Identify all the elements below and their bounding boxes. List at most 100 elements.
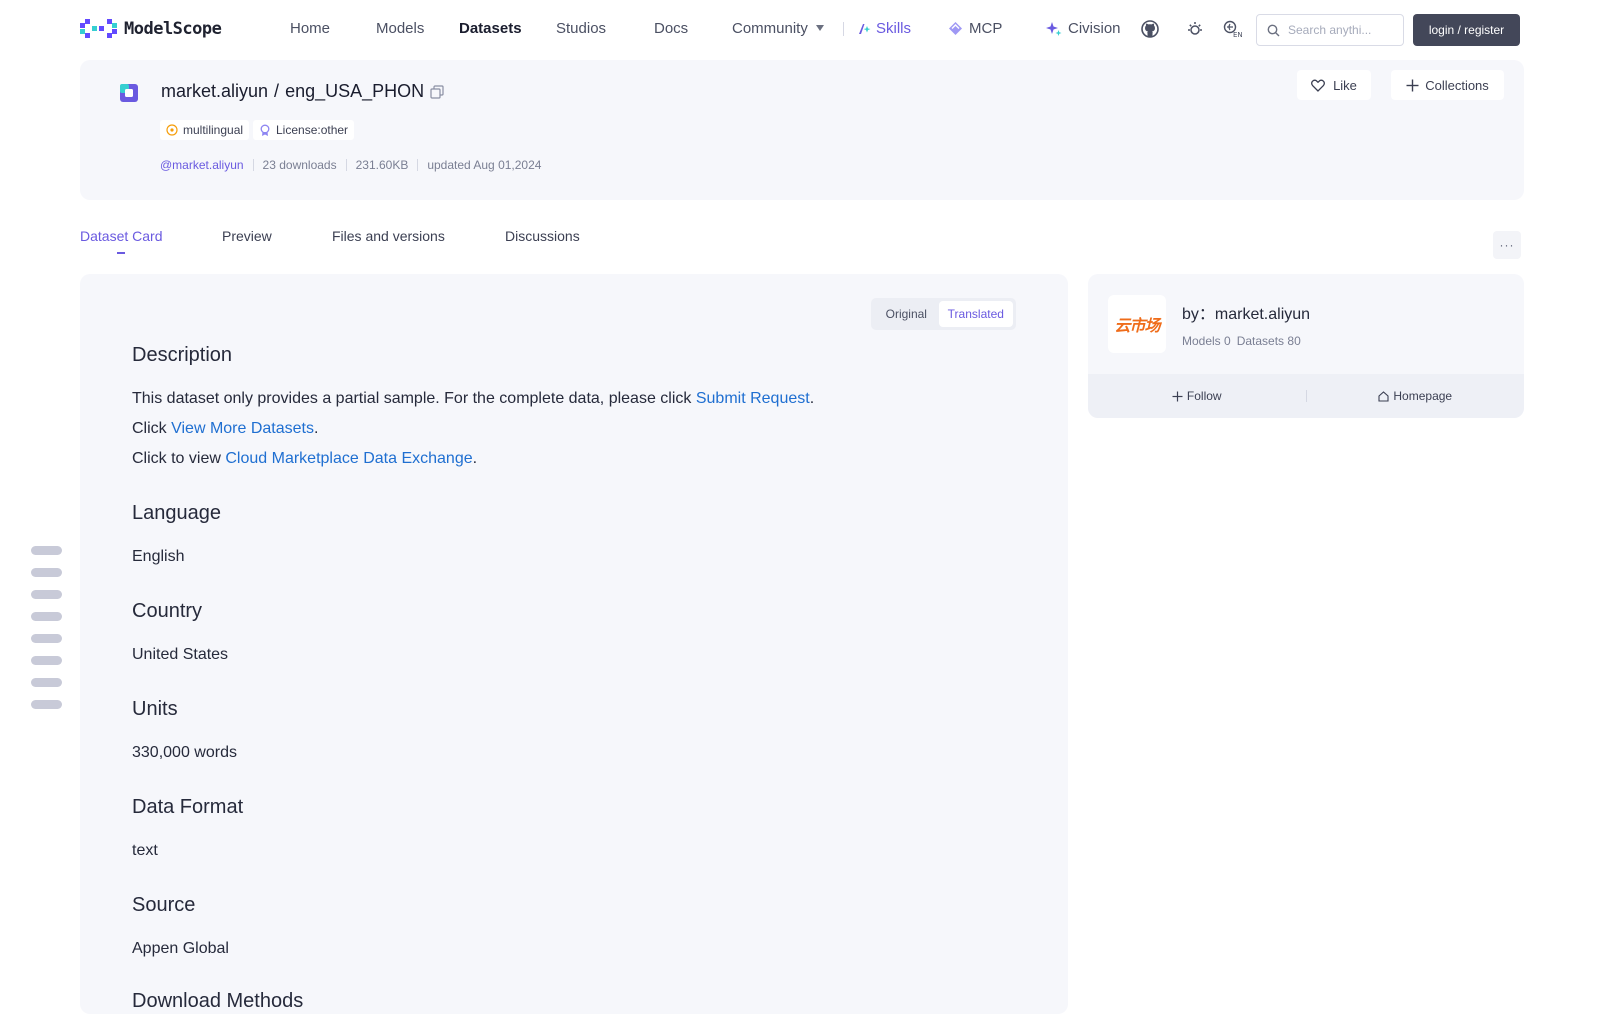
collections-label: Collections	[1425, 77, 1489, 93]
theme-toggle-icon[interactable]	[1184, 18, 1206, 40]
tab-dataset-card[interactable]: Dataset Card	[80, 228, 162, 244]
collections-button[interactable]: Collections	[1391, 70, 1504, 100]
github-icon[interactable]	[1139, 18, 1161, 40]
dataset-title: market.aliyun / eng_USA_PHON	[161, 81, 444, 102]
tag-license-label: License:other	[276, 123, 349, 137]
mcp-icon	[949, 22, 962, 35]
dataset-icon	[120, 84, 138, 102]
text: .	[313, 420, 319, 437]
plus-icon	[1406, 79, 1419, 91]
country-value: United States	[132, 646, 229, 663]
text: Click	[132, 420, 172, 437]
nav-community[interactable]: Community	[732, 20, 824, 37]
submit-request-link[interactable]: Submit Request	[696, 390, 810, 407]
marketplace-link[interactable]: Cloud Marketplace Data Exchange	[225, 450, 472, 467]
plus-icon	[1172, 391, 1183, 401]
dataset-card-content: Original Translated Description This dat…	[80, 274, 1068, 1014]
nav-home[interactable]: Home	[290, 20, 330, 37]
search-icon	[1267, 24, 1280, 36]
nav-skills-label: Skills	[876, 20, 912, 37]
author-actions: Follow Homepage	[1088, 374, 1524, 418]
logo-text: ModelScope	[124, 19, 222, 39]
text: This dataset only provides a partial sam…	[132, 390, 696, 407]
author-datasets-count[interactable]: Datasets 80	[1237, 334, 1301, 348]
tab-preview[interactable]: Preview	[222, 228, 272, 244]
nav-divider	[843, 22, 844, 36]
author-name[interactable]: by：market.aliyun	[1182, 300, 1310, 324]
author-avatar[interactable]: 云市场	[1108, 295, 1166, 353]
like-label: Like	[1333, 77, 1357, 93]
text: Click to view	[132, 450, 226, 467]
heart-icon	[1311, 79, 1326, 92]
heading-units: Units	[132, 698, 178, 720]
modelscope-logo[interactable]: ModelScope	[80, 19, 222, 39]
heading-download-methods: Download Methods	[132, 990, 304, 1012]
tag-multilingual[interactable]: multilingual	[160, 120, 250, 140]
toc-item[interactable]	[31, 634, 62, 643]
nav-civision[interactable]: Civision	[1046, 20, 1121, 37]
like-button[interactable]: Like	[1297, 70, 1371, 100]
translated-option[interactable]: Translated	[938, 301, 1013, 327]
language-icon[interactable]: EN	[1221, 18, 1243, 40]
top-nav: ModelScope Home Models Datasets Studios …	[0, 0, 1600, 58]
nav-mcp[interactable]: MCP	[948, 20, 1002, 37]
toc-item[interactable]	[31, 568, 62, 577]
more-options-button[interactable]: ···	[1493, 231, 1521, 259]
nav-skills[interactable]: Skills	[858, 20, 911, 37]
nav-models[interactable]: Models	[376, 20, 424, 37]
heading-country: Country	[132, 600, 203, 622]
paragraph-more-datasets: Click View More Datasets.	[132, 420, 318, 438]
toc-item[interactable]	[31, 612, 62, 621]
nav-community-label: Community	[732, 20, 808, 37]
text: .	[809, 390, 815, 407]
homepage-button[interactable]: Homepage	[1307, 389, 1525, 403]
author-card: 云市场 by：market.aliyun Models 0 Datasets 8…	[1088, 274, 1524, 418]
homepage-label: Homepage	[1393, 389, 1453, 403]
nav-docs[interactable]: Docs	[654, 20, 688, 37]
nav-datasets[interactable]: Datasets	[459, 20, 522, 37]
nav-studios[interactable]: Studios	[556, 20, 606, 37]
updated-date: updated Aug 01,2024	[427, 158, 542, 172]
tab-discussions[interactable]: Discussions	[505, 228, 580, 244]
multilingual-icon	[166, 124, 178, 136]
login-register-button[interactable]: login / register	[1413, 14, 1520, 46]
dataset-name: eng_USA_PHON	[285, 81, 425, 101]
author-models-count[interactable]: Models 0	[1182, 334, 1231, 348]
toc-item[interactable]	[31, 590, 62, 599]
meta-divider	[345, 159, 347, 171]
text: .	[472, 450, 478, 467]
nav-civision-label: Civision	[1068, 20, 1121, 37]
skills-icon	[859, 23, 871, 34]
paragraph-request: This dataset only provides a partial sam…	[132, 390, 814, 408]
original-option[interactable]: Original	[874, 301, 939, 327]
author-logo-text: 云市场	[1114, 316, 1160, 335]
toc-item[interactable]	[31, 546, 62, 555]
sparkle-icon	[1046, 21, 1062, 36]
search-box[interactable]	[1256, 14, 1404, 46]
source-value: Appen Global	[132, 940, 229, 957]
tab-files-and-versions[interactable]: Files and versions	[332, 228, 445, 244]
meta-divider	[417, 159, 419, 171]
follow-button[interactable]: Follow	[1088, 389, 1306, 403]
author-stats: Models 0 Datasets 80	[1182, 334, 1301, 348]
toc-item[interactable]	[31, 656, 62, 665]
license-icon	[260, 124, 270, 136]
heading-source: Source	[132, 894, 196, 916]
tag-license[interactable]: License:other	[253, 120, 355, 140]
owner-link[interactable]: @market.aliyun	[160, 158, 244, 172]
copy-icon[interactable]	[430, 84, 444, 99]
heading-language: Language	[132, 502, 221, 524]
toc-item[interactable]	[31, 700, 62, 709]
heading-description: Description	[132, 344, 233, 366]
heading-data-format: Data Format	[132, 796, 244, 818]
home-icon	[1378, 390, 1389, 402]
toc-item[interactable]	[31, 678, 62, 687]
view-more-datasets-link[interactable]: View More Datasets	[171, 420, 314, 437]
search-input[interactable]	[1288, 23, 1384, 37]
title-slash: /	[274, 81, 280, 101]
nav-mcp-label: MCP	[969, 20, 1003, 37]
dataset-meta: @market.aliyun 23 downloads 231.60KB upd…	[160, 158, 541, 172]
active-tab-indicator	[117, 252, 125, 254]
dataset-owner[interactable]: market.aliyun	[161, 81, 268, 102]
svg-text:EN: EN	[1233, 31, 1242, 39]
